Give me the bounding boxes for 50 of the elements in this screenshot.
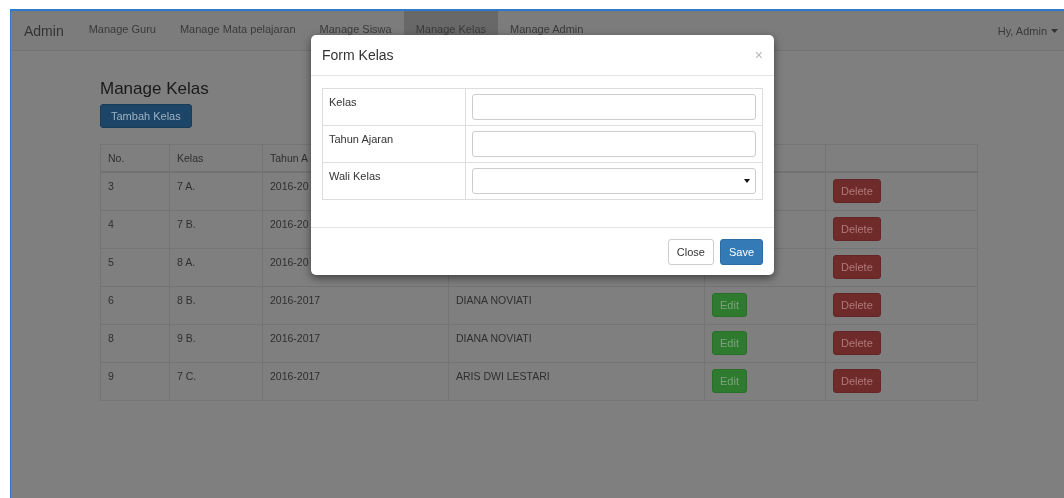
- delete-button[interactable]: Delete: [833, 179, 881, 203]
- brand-link[interactable]: Admin: [11, 22, 77, 39]
- table-cell: 7 A.: [177, 180, 196, 192]
- table-cell: 5: [108, 256, 114, 268]
- table-cell: 2016-2017: [270, 294, 321, 306]
- table-cell: 2016-2017: [270, 332, 321, 344]
- table-cell: 9 B.: [177, 332, 196, 344]
- close-button[interactable]: Close: [667, 239, 714, 265]
- caret-icon: [1051, 28, 1058, 33]
- table-cell: 9: [108, 370, 114, 382]
- table-cell: 7 B.: [177, 218, 196, 230]
- table-cell: 6: [108, 294, 114, 306]
- field-label: Wali Kelas: [329, 170, 381, 182]
- delete-button[interactable]: Delete: [833, 331, 881, 355]
- page-title: Manage Kelas: [100, 79, 210, 99]
- nav-item[interactable]: Manage Guru: [76, 11, 168, 50]
- table-cell: 8 A.: [177, 256, 196, 268]
- select-field[interactable]: [472, 168, 756, 194]
- table-cell: 7 C.: [177, 370, 197, 382]
- field-label: Kelas: [329, 96, 357, 108]
- table-cell: 3: [108, 180, 114, 192]
- input-field[interactable]: [472, 94, 756, 120]
- table-cell: 8 B.: [177, 294, 196, 306]
- table-cell: 4: [108, 218, 114, 230]
- table-cell: 8: [108, 332, 114, 344]
- table-cell: DIANA NOVIATI: [456, 332, 532, 344]
- modal-title: Form Kelas: [322, 47, 394, 63]
- delete-button[interactable]: Delete: [833, 369, 881, 393]
- nav-item[interactable]: Manage Mata pelajaran: [167, 11, 308, 50]
- field-label: Tahun Ajaran: [329, 133, 394, 145]
- table-header: Kelas: [169, 144, 263, 172]
- edit-button[interactable]: Edit: [712, 331, 747, 355]
- table-cell: 2016-2017: [270, 370, 321, 382]
- dropdown-arrow-icon: [744, 179, 750, 183]
- table-cell: DIANA NOVIATI: [456, 294, 532, 306]
- delete-button[interactable]: Delete: [833, 217, 881, 241]
- table-cell: 2016-20: [270, 256, 309, 268]
- edit-button[interactable]: Edit: [712, 293, 747, 317]
- table-cell: 2016-20: [270, 218, 309, 230]
- user-menu[interactable]: Hy, Admin: [997, 24, 1064, 37]
- table-cell: ARIS DWI LESTARI: [456, 370, 550, 382]
- delete-button[interactable]: Delete: [833, 293, 881, 317]
- save-button[interactable]: Save: [719, 239, 763, 265]
- close-icon[interactable]: ×: [754, 47, 763, 63]
- table-header: No.: [100, 144, 170, 172]
- delete-button[interactable]: Delete: [833, 255, 881, 279]
- edit-button[interactable]: Edit: [712, 369, 747, 393]
- input-field[interactable]: [472, 131, 756, 157]
- add-button[interactable]: Tambah Kelas: [100, 104, 192, 128]
- table-cell: 2016-20: [270, 180, 309, 192]
